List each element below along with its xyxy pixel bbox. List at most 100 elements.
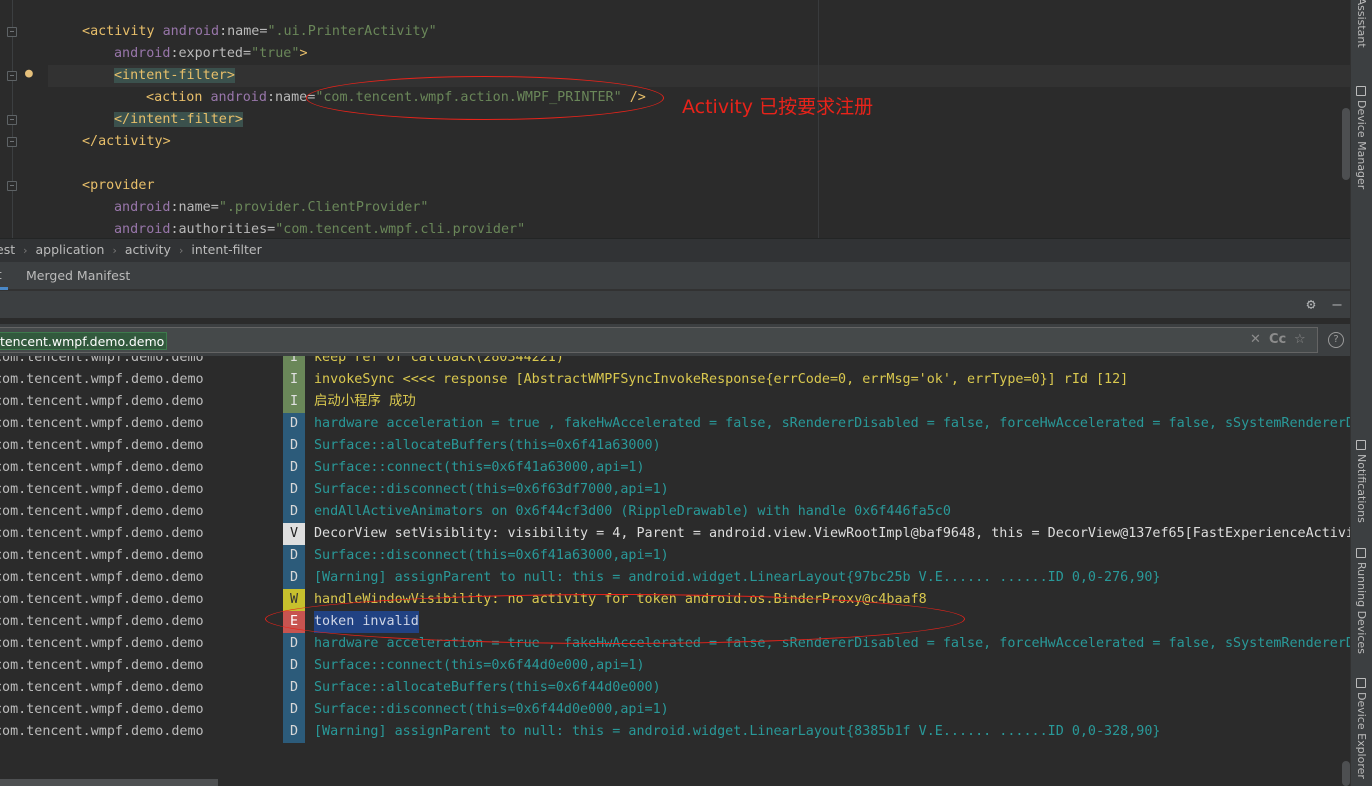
tab-text[interactable]: t bbox=[0, 262, 8, 290]
tool-window-label: Device Explorer bbox=[1355, 692, 1368, 779]
log-package: com.tencent.wmpf.demo.demo bbox=[0, 526, 204, 541]
fold-toggle-icon[interactable] bbox=[7, 137, 17, 147]
breadcrumb-item[interactable]: application bbox=[36, 239, 105, 261]
code-line[interactable]: <intent-filter> bbox=[114, 65, 235, 87]
log-package: com.tencent.wmpf.demo.demo bbox=[0, 702, 204, 717]
log-message: [Warning] assignParent to null: this = a… bbox=[314, 570, 1161, 585]
log-message: Surface::allocateBuffers(this=0x6f44d0e0… bbox=[314, 680, 661, 695]
code-token: "com.tencent.wmpf.action.WMPF_PRINTER" bbox=[315, 90, 622, 105]
log-level-badge: D bbox=[283, 479, 305, 501]
log-row[interactable]: com.tencent.wmpf.demo.demo DendAllActiveA… bbox=[0, 501, 1350, 523]
minimize-icon[interactable]: — bbox=[1329, 296, 1345, 312]
match-case-icon[interactable]: Cc bbox=[1269, 332, 1286, 348]
log-level-badge: W bbox=[283, 589, 305, 611]
log-message: Surface::disconnect(this=0x6f41a63000,ap… bbox=[314, 548, 669, 563]
log-package: com.tencent.wmpf.demo.demo bbox=[0, 372, 204, 387]
lightbulb-icon[interactable]: ● bbox=[25, 66, 33, 81]
log-row[interactable]: com.tencent.wmpf.demo.demo D Surface::disc… bbox=[0, 699, 1350, 721]
log-message: keep ref of callback(280344221) bbox=[314, 356, 564, 365]
tool-window-tab[interactable]: Running Devices bbox=[1354, 548, 1370, 654]
favorite-filter-icon[interactable]: ☆ bbox=[1294, 332, 1306, 348]
code-token: android bbox=[114, 200, 171, 215]
code-line[interactable]: android:exported="true"> bbox=[114, 43, 308, 65]
fold-toggle-icon[interactable] bbox=[7, 115, 17, 125]
log-message: Surface::connect(this=0x6f44d0e000,api=1… bbox=[314, 658, 645, 673]
log-row[interactable]: com.tencent.wmpf.demo.demo Etoken invalid bbox=[0, 611, 1350, 633]
help-icon[interactable]: ? bbox=[1328, 332, 1344, 348]
breadcrumb-item[interactable]: est bbox=[0, 239, 15, 261]
breadcrumb-separator-icon: › bbox=[23, 244, 28, 257]
code-token: android bbox=[114, 222, 171, 237]
code-token: > bbox=[162, 134, 171, 149]
log-level-badge: I bbox=[283, 391, 305, 413]
log-message: [Warning] assignParent to null: this = a… bbox=[314, 724, 1161, 739]
log-row[interactable]: com.tencent.wmpf.demo.demo WhandleWindowV… bbox=[0, 589, 1350, 611]
fold-toggle-icon[interactable] bbox=[7, 71, 17, 81]
log-message: Surface::allocateBuffers(this=0x6f41a630… bbox=[314, 438, 661, 453]
clear-filter-icon[interactable]: ✕ bbox=[1250, 332, 1261, 348]
fold-toggle-icon[interactable] bbox=[7, 27, 17, 37]
code-token: android bbox=[114, 46, 171, 61]
code-line[interactable]: <action android:name="com.tencent.wmpf.a… bbox=[146, 87, 646, 109]
caret-line-highlight bbox=[48, 65, 1350, 87]
code-token: ".ui.PrinterActivity" bbox=[267, 24, 437, 39]
code-token: android bbox=[162, 24, 220, 39]
log-message: endAllActiveAnimators on 0x6f44cf3d00 (R… bbox=[314, 504, 951, 519]
code-token: action bbox=[154, 90, 211, 105]
code-line[interactable]: <provider bbox=[82, 175, 155, 197]
log-package: com.tencent.wmpf.demo.demo bbox=[0, 482, 204, 497]
log-package: com.tencent.wmpf.demo.demo bbox=[0, 416, 204, 431]
code-line[interactable]: </intent-filter> bbox=[114, 109, 243, 131]
log-message: Surface::connect(this=0x6f41a63000,api=1… bbox=[314, 460, 645, 475]
tool-window-tab[interactable]: Device Manager bbox=[1354, 86, 1370, 189]
breadcrumb-item[interactable]: intent-filter bbox=[191, 239, 261, 261]
log-row[interactable]: com.tencent.wmpf.demo.demo D Surface::disc… bbox=[0, 545, 1350, 567]
right-margin-guide bbox=[818, 0, 819, 238]
log-package: com.tencent.wmpf.demo.demo bbox=[0, 636, 204, 651]
code-line[interactable]: android:name=".provider.ClientProvider" bbox=[114, 197, 428, 219]
log-horizontal-scrollbar[interactable] bbox=[0, 779, 218, 786]
log-row[interactable]: com.tencent.wmpf.demo.demo IinvokeSync <<… bbox=[0, 369, 1350, 391]
log-level-badge: D bbox=[283, 435, 305, 457]
code-line[interactable]: </activity> bbox=[82, 131, 171, 153]
log-row[interactable]: com.tencent.wmpf.demo.demo Dhardware acce… bbox=[0, 633, 1350, 655]
code-token: :authorities= bbox=[170, 222, 276, 237]
log-row[interactable]: com.tencent.wmpf.demo.demo V DecorView set… bbox=[0, 523, 1350, 545]
gear-icon[interactable]: ⚙ bbox=[1303, 296, 1319, 312]
log-row[interactable]: com.tencent.wmpf.demo.demo I 启动小程序 成功 bbox=[0, 391, 1350, 413]
logcat-filter-input[interactable]: tencent.wmpf.demo.demo ✕ Cc ☆ bbox=[0, 327, 1318, 353]
logcat-output[interactable]: com.tencent.wmpf.demo.demo Ikeep ref of c… bbox=[0, 356, 1350, 786]
tool-window-label: Running Devices bbox=[1355, 562, 1368, 654]
tab-merged-manifest[interactable]: Merged Manifest bbox=[26, 262, 130, 290]
editor-vertical-scrollbar[interactable] bbox=[1342, 108, 1350, 180]
tool-window-tab[interactable]: Device Explorer bbox=[1354, 678, 1370, 779]
code-token: :name= bbox=[266, 90, 316, 105]
log-row[interactable]: com.tencent.wmpf.demo.demo D Surface::disc… bbox=[0, 479, 1350, 501]
code-line[interactable]: android:authorities="com.tencent.wmpf.cl… bbox=[114, 219, 525, 238]
filter-query-text[interactable]: tencent.wmpf.demo.demo bbox=[0, 332, 168, 350]
log-row[interactable]: com.tencent.wmpf.demo.demo Dhardware acce… bbox=[0, 413, 1350, 435]
code-token: :name= bbox=[219, 24, 268, 39]
log-vertical-scrollbar[interactable] bbox=[1342, 761, 1350, 786]
log-row[interactable]: com.tencent.wmpf.demo.demo D Surface::conn… bbox=[0, 457, 1350, 479]
log-level-badge: V bbox=[283, 523, 305, 545]
log-package: com.tencent.wmpf.demo.demo bbox=[0, 438, 204, 453]
tool-window-icon bbox=[1356, 86, 1366, 96]
log-row[interactable]: com.tencent.wmpf.demo.demo D [Warning] ass… bbox=[0, 721, 1350, 743]
breadcrumb-item[interactable]: activity bbox=[125, 239, 171, 261]
tool-window-tab[interactable]: Notifications bbox=[1354, 440, 1370, 523]
fold-toggle-icon[interactable] bbox=[7, 181, 17, 191]
code-line[interactable]: <activity android:name=".ui.PrinterActiv… bbox=[82, 21, 437, 43]
log-message: Surface::disconnect(this=0x6f44d0e000,ap… bbox=[314, 702, 669, 717]
log-row[interactable]: com.tencent.wmpf.demo.demo D [Warning] ass… bbox=[0, 567, 1350, 589]
log-row[interactable]: com.tencent.wmpf.demo.demo D Surface::allo… bbox=[0, 435, 1350, 457]
tool-window-label: Device Manager bbox=[1355, 100, 1368, 190]
code-token: </ bbox=[82, 134, 99, 149]
log-row[interactable]: com.tencent.wmpf.demo.demo D Surface::conn… bbox=[0, 655, 1350, 677]
logcat-filter-bar: tencent.wmpf.demo.demo ✕ Cc ☆ ? bbox=[0, 324, 1350, 356]
code-editor[interactable]: ● <activity android:name=".ui.PrinterAct… bbox=[0, 0, 1350, 238]
log-row[interactable]: com.tencent.wmpf.demo.demo Ikeep ref of c… bbox=[0, 356, 1350, 369]
code-token: android bbox=[210, 90, 267, 105]
tool-window-tab[interactable]: ks Assistant bbox=[1354, 0, 1370, 48]
log-row[interactable]: com.tencent.wmpf.demo.demo D Surface::allo… bbox=[0, 677, 1350, 699]
